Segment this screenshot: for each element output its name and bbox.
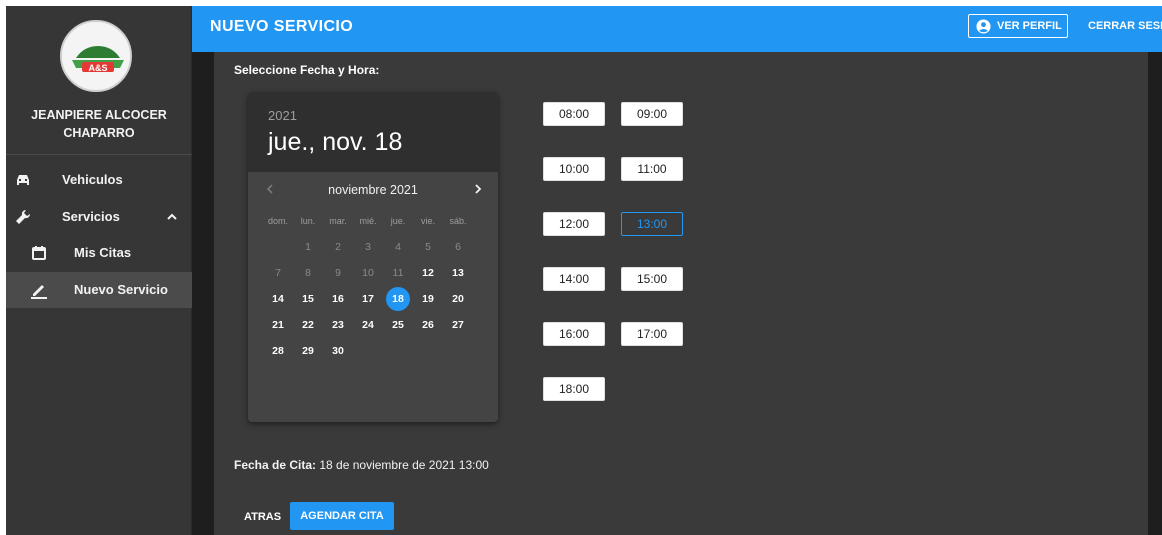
time-slot-button[interactable]: 09:00 xyxy=(621,102,683,126)
calendar-day[interactable]: 26 xyxy=(416,313,440,337)
view-profile-button[interactable]: VER PERFIL xyxy=(968,14,1068,38)
calendar-day: 4 xyxy=(395,241,401,253)
sidebar-item-label: Servicios xyxy=(62,209,120,224)
weekday-label: dom. xyxy=(267,216,288,226)
chevron-right-icon[interactable] xyxy=(472,182,484,196)
back-button[interactable]: ATRAS xyxy=(244,511,281,523)
calendar-day[interactable]: 29 xyxy=(296,339,320,363)
time-slot-button[interactable]: 08:00 xyxy=(543,102,605,126)
calendar-day-selected[interactable]: 18 xyxy=(386,287,410,311)
calendar-day: 9 xyxy=(335,267,341,279)
calendar-day: 7 xyxy=(275,267,281,279)
calendar-day: 1 xyxy=(305,241,311,253)
calendar-day[interactable]: 22 xyxy=(296,313,320,337)
calendar-day[interactable]: 15 xyxy=(296,287,320,311)
sidebar-divider xyxy=(6,154,192,155)
sidebar-item-label: Nuevo Servicio xyxy=(74,282,168,297)
app-frame: A&S JEANPIERE ALCOCER CHAPARRO Vehiculos… xyxy=(6,6,1162,535)
time-slot-button[interactable]: 18:00 xyxy=(543,377,605,401)
time-slot-button[interactable]: 17:00 xyxy=(621,322,683,346)
month-navigation: noviembre 2021 xyxy=(248,180,498,202)
appointment-date-label: Fecha de Cita: xyxy=(234,458,317,472)
pencil-icon xyxy=(30,281,48,299)
calendar-day: 8 xyxy=(305,267,311,279)
date-picker-header: 2021 jue., nov. 18 xyxy=(248,92,498,172)
calendar-day: 5 xyxy=(425,241,431,253)
calendar-day[interactable]: 12 xyxy=(416,261,440,285)
time-slot-button[interactable]: 10:00 xyxy=(543,157,605,181)
time-slot-button[interactable]: 15:00 xyxy=(621,267,683,291)
calendar-day[interactable]: 25 xyxy=(386,313,410,337)
page-title: NUEVO SERVICIO xyxy=(210,18,354,35)
calendar-day: 10 xyxy=(362,267,374,279)
time-slot-button[interactable]: 16:00 xyxy=(543,322,605,346)
company-logo: A&S xyxy=(60,20,132,92)
calendar-day[interactable]: 23 xyxy=(326,313,350,337)
sidebar-item-mis-citas[interactable]: Mis Citas xyxy=(6,235,192,271)
account-circle-icon xyxy=(976,19,991,34)
sidebar-item-label: Mis Citas xyxy=(74,245,132,260)
calendar-icon xyxy=(30,244,48,262)
calendar-day[interactable]: 14 xyxy=(266,287,290,311)
weekday-label: sáb. xyxy=(449,216,467,226)
calendar-day: 3 xyxy=(365,241,371,253)
time-slot-button[interactable]: 14:00 xyxy=(543,267,605,291)
appointment-date: Fecha de Cita: 18 de noviembre de 2021 1… xyxy=(234,458,489,472)
sidebar: A&S JEANPIERE ALCOCER CHAPARRO Vehiculos… xyxy=(6,6,192,535)
chevron-up-icon[interactable] xyxy=(164,209,180,225)
calendar-day: 6 xyxy=(455,241,461,253)
date-picker: 2021 jue., nov. 18 noviembre 2021 dom. lu… xyxy=(248,92,498,422)
calendar-day[interactable]: 28 xyxy=(266,339,290,363)
appointment-date-value: 18 de noviembre de 2021 13:00 xyxy=(319,458,489,472)
time-slot-button[interactable]: 13:00 xyxy=(621,212,683,236)
scroll-gutter xyxy=(1148,52,1162,535)
weekday-label: vie. xyxy=(420,216,435,226)
sidebar-item-vehiculos[interactable]: Vehiculos xyxy=(6,162,192,198)
calendar-day[interactable]: 21 xyxy=(266,313,290,337)
time-slot-button[interactable]: 11:00 xyxy=(621,157,683,181)
month-label: noviembre 2021 xyxy=(328,183,418,197)
main-content: Seleccione Fecha y Hora: 2021 jue., nov.… xyxy=(214,52,1148,535)
svg-text:A&S: A&S xyxy=(88,63,107,73)
calendar-day[interactable]: 20 xyxy=(446,287,470,311)
calendar-day[interactable]: 19 xyxy=(416,287,440,311)
select-date-time-label: Seleccione Fecha y Hora: xyxy=(234,63,380,77)
weekday-label: jue. xyxy=(390,216,406,226)
calendar-day[interactable]: 27 xyxy=(446,313,470,337)
top-app-bar: NUEVO SERVICIO VER PERFIL CERRAR SESIÓN xyxy=(192,6,1162,52)
user-name: JEANPIERE ALCOCER CHAPARRO xyxy=(31,108,167,140)
time-slot-button[interactable]: 12:00 xyxy=(543,212,605,236)
weekday-label: mié. xyxy=(359,216,377,226)
weekday-label: mar. xyxy=(329,216,347,226)
calendar-day[interactable]: 17 xyxy=(356,287,380,311)
weekday-label: lun. xyxy=(300,216,316,226)
calendar-day[interactable]: 30 xyxy=(326,339,350,363)
sidebar-item-nuevo-servicio[interactable]: Nuevo Servicio xyxy=(6,272,192,308)
logout-button[interactable]: CERRAR SESIÓN xyxy=(1088,20,1162,32)
schedule-appointment-button[interactable]: AGENDAR CITA xyxy=(290,502,394,530)
calendar-day[interactable]: 24 xyxy=(356,313,380,337)
date-picker-selected-date: jue., nov. 18 xyxy=(268,128,403,156)
view-profile-label: VER PERFIL xyxy=(997,20,1062,32)
calendar-day[interactable]: 16 xyxy=(326,287,350,311)
car-icon xyxy=(14,171,32,189)
calendar-day[interactable]: 13 xyxy=(446,261,470,285)
sidebar-item-label: Vehiculos xyxy=(62,172,123,187)
calendar-day: 2 xyxy=(335,241,341,253)
sidebar-item-servicios[interactable]: Servicios xyxy=(6,199,192,235)
wrench-icon xyxy=(14,208,32,226)
calendar-day: 11 xyxy=(392,267,404,279)
date-picker-year[interactable]: 2021 xyxy=(268,108,297,123)
